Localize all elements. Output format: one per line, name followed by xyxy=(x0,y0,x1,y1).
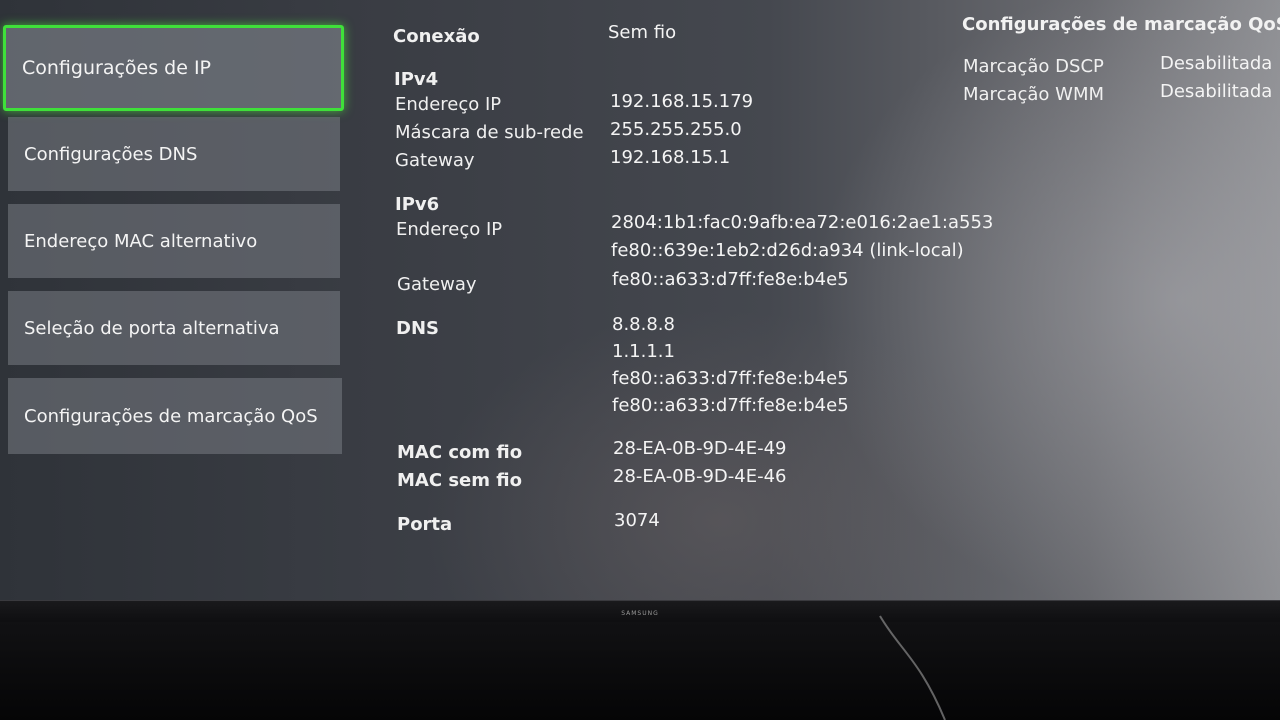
menu-item-label: Configurações de marcação QoS xyxy=(24,405,318,427)
menu-item-alternate-port[interactable]: Seleção de porta alternativa xyxy=(8,291,340,365)
menu-item-label: Endereço MAC alternativo xyxy=(24,230,258,252)
menu-item-dns-settings[interactable]: Configurações DNS xyxy=(8,117,340,191)
tv-screen: Configurações de IP Configurações DNS En… xyxy=(0,0,1280,604)
ipv6-gateway-value: fe80::a633:d7ff:fe8e:b4e5 xyxy=(612,269,849,290)
qos-wmm-value: Desabilitada xyxy=(1160,81,1273,102)
dns-label: DNS xyxy=(396,318,439,339)
qos-wmm-label: Marcação WMM xyxy=(963,84,1105,105)
qos-title: Configurações de marcação QoS xyxy=(962,14,1280,35)
menu-item-qos-settings[interactable]: Configurações de marcação QoS xyxy=(8,378,342,454)
menu-item-label: Seleção de porta alternativa xyxy=(24,317,280,339)
ipv6-gateway-label: Gateway xyxy=(397,274,477,295)
qos-dscp-label: Marcação DSCP xyxy=(963,56,1104,77)
connection-value: Sem fio xyxy=(608,22,677,43)
ipv6-heading: IPv6 xyxy=(395,194,440,215)
qos-dscp-value: Desabilitada xyxy=(1160,53,1273,74)
ipv4-ip-label: Endereço IP xyxy=(395,94,502,115)
mac-wireless-label: MAC sem fio xyxy=(397,470,522,491)
mac-wireless-value: 28-EA-0B-9D-4E-46 xyxy=(613,466,787,487)
mac-wired-label: MAC com fio xyxy=(397,442,523,463)
ipv4-ip-value: 192.168.15.179 xyxy=(610,91,754,112)
tv-brand-logo: SAMSUNG xyxy=(621,610,659,617)
connection-label: Conexão xyxy=(393,26,480,47)
ipv6-ip-label: Endereço IP xyxy=(396,219,503,240)
port-value: 3074 xyxy=(614,510,660,531)
dns-value-4: fe80::a633:d7ff:fe8e:b4e5 xyxy=(612,395,849,416)
desk-surface xyxy=(0,622,1280,720)
menu-item-alternate-mac[interactable]: Endereço MAC alternativo xyxy=(8,204,340,278)
menu-item-ip-settings[interactable]: Configurações de IP xyxy=(3,25,344,111)
ipv4-gateway-value: 192.168.15.1 xyxy=(610,147,731,168)
ipv4-heading: IPv4 xyxy=(394,69,439,90)
dns-value-3: fe80::a633:d7ff:fe8e:b4e5 xyxy=(612,368,849,389)
dns-value-1: 8.8.8.8 xyxy=(612,314,675,335)
mac-wired-value: 28-EA-0B-9D-4E-49 xyxy=(613,438,787,459)
menu-item-label: Configurações de IP xyxy=(22,57,212,79)
dns-value-2: 1.1.1.1 xyxy=(612,341,675,362)
ipv4-gateway-label: Gateway xyxy=(395,150,475,171)
port-label: Porta xyxy=(397,514,453,535)
ipv4-mask-label: Máscara de sub-rede xyxy=(395,122,584,143)
menu-item-label: Configurações DNS xyxy=(24,143,198,165)
ipv6-ip-value-global: 2804:1b1:fac0:9afb:ea72:e016:2ae1:a553 xyxy=(611,212,994,233)
ipv6-ip-value-link-local: fe80::639e:1eb2:d26d:a934 (link-local) xyxy=(611,240,964,261)
ipv4-mask-value: 255.255.255.0 xyxy=(610,119,742,140)
